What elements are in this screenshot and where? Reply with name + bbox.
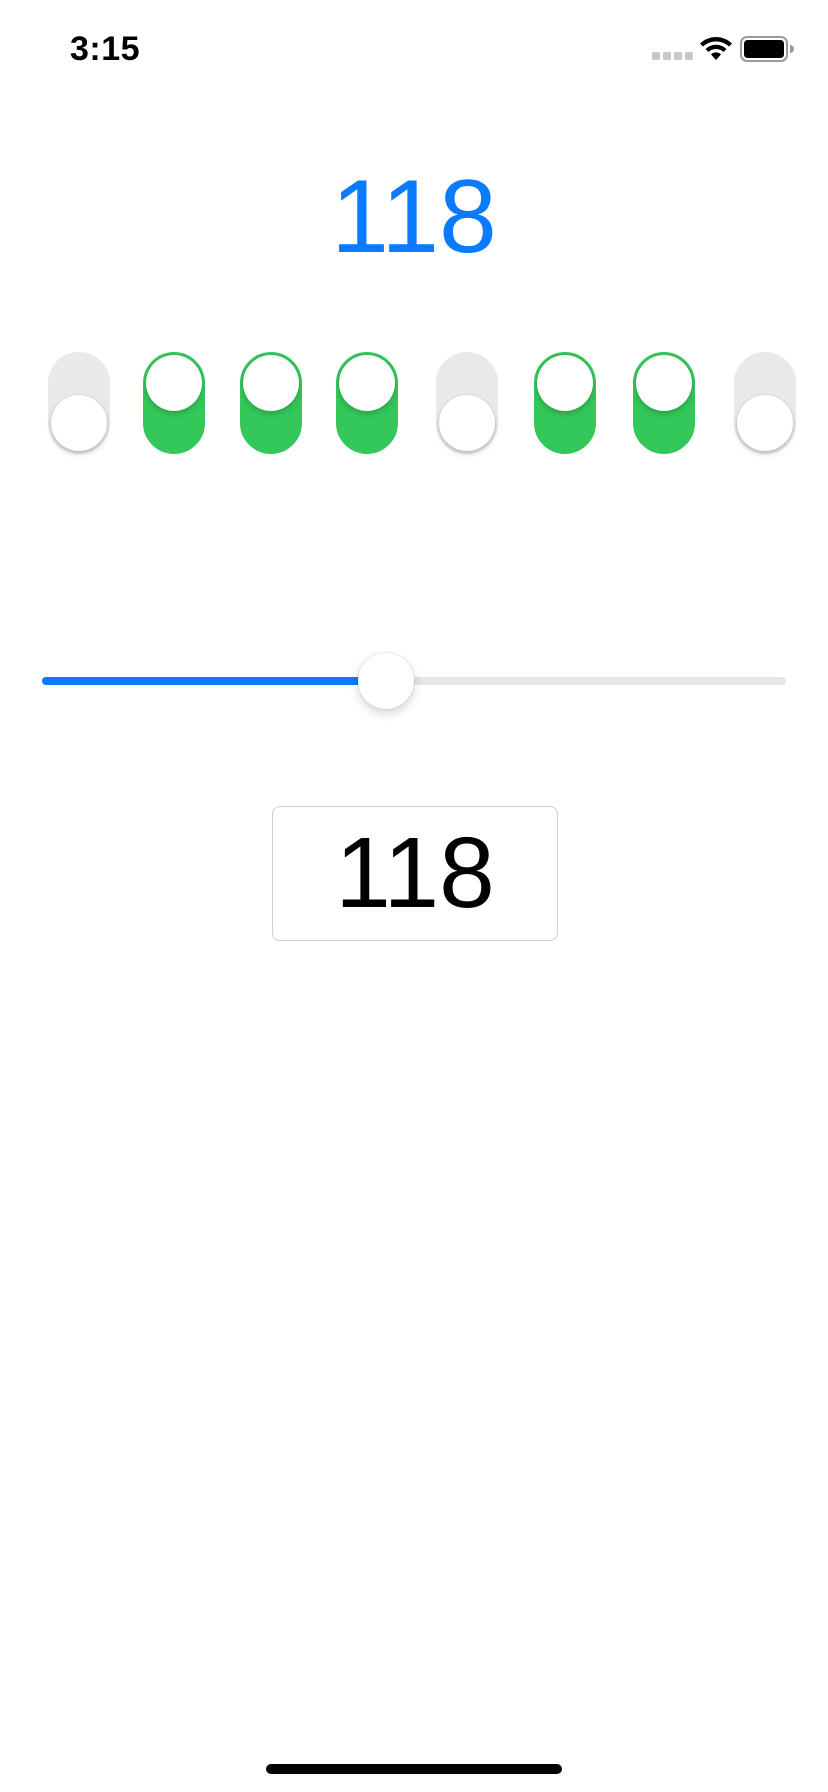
switch-knob <box>737 395 793 451</box>
switch-knob <box>146 355 202 411</box>
bit-switch-6[interactable] <box>633 352 695 454</box>
home-indicator <box>266 1764 562 1774</box>
value-display: 118 <box>331 159 497 275</box>
battery-icon <box>740 36 794 62</box>
wifi-icon <box>699 36 733 67</box>
bit-switch-3[interactable] <box>336 352 398 454</box>
switch-knob <box>537 355 593 411</box>
bit-switch-5[interactable] <box>534 352 596 454</box>
value-slider[interactable] <box>42 653 786 709</box>
status-time: 3:15 <box>70 30 141 68</box>
bit-switch-0[interactable] <box>48 352 110 454</box>
switch-knob <box>339 355 395 411</box>
slider-thumb[interactable] <box>358 653 414 709</box>
switch-knob <box>439 395 495 451</box>
cellular-signal-icon <box>652 52 693 60</box>
switch-knob <box>51 395 107 451</box>
slider-fill <box>42 677 386 685</box>
bit-switch-1[interactable] <box>143 352 205 454</box>
value-input[interactable] <box>272 806 558 941</box>
bit-switch-7[interactable] <box>734 352 796 454</box>
switch-knob <box>243 355 299 411</box>
switch-knob <box>636 355 692 411</box>
bit-switch-4[interactable] <box>436 352 498 454</box>
bit-switch-row <box>0 352 828 454</box>
bit-switch-2[interactable] <box>240 352 302 454</box>
